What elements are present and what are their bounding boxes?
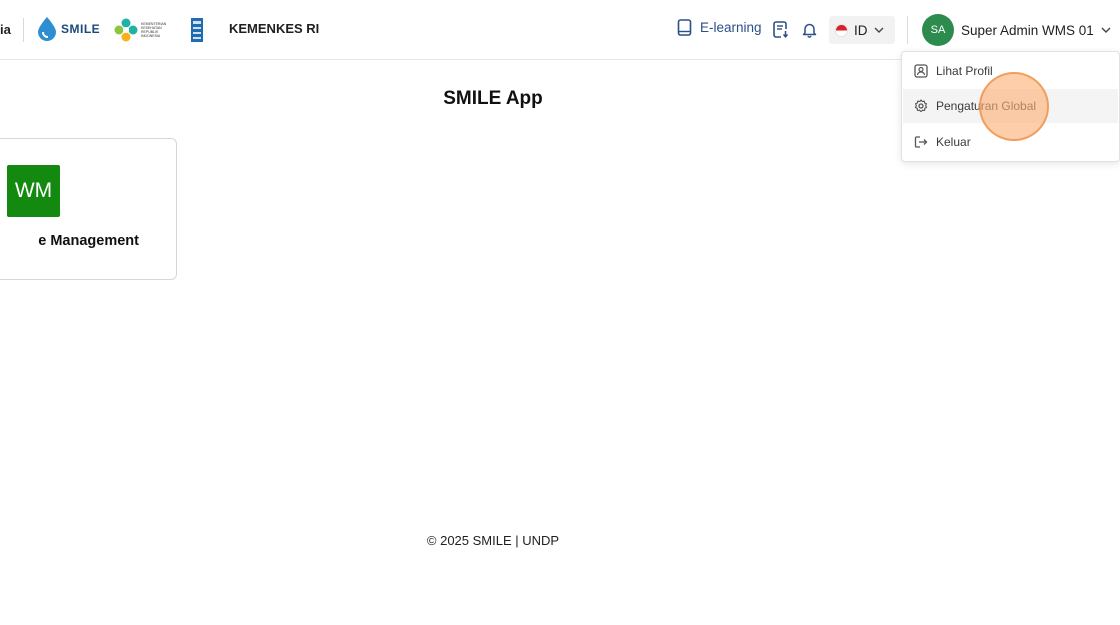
language-selector[interactable]: ID [829,16,895,44]
kemenkes-logo-text: KEMENTERIAN KESEHATAN REPUBLIK INDONESIA [141,22,167,38]
smile-logo[interactable]: SMILE [36,16,100,42]
avatar: SA [922,14,954,46]
language-code: ID [854,22,868,38]
user-name: Super Admin WMS 01 [961,22,1094,38]
smile-logo-text: SMILE [61,22,101,36]
partner-name-cut: ia [0,22,11,37]
gear-icon [914,99,928,113]
chevron-down-icon [1101,27,1111,33]
footer-copyright: © 2025 SMILE | UNDP [426,533,560,548]
kemenkes-logo[interactable]: KEMENTERIAN KESEHATAN REPUBLIK INDONESIA [114,18,169,42]
elearning-link[interactable]: E-learning [677,19,762,36]
app-badge: WM [7,165,60,217]
bell-icon [802,23,817,38]
app-card-warehouse-management[interactable]: WM e Management [0,138,177,280]
notifications-button[interactable] [802,22,817,38]
indonesia-flag-icon [835,23,848,37]
menu-item-pengaturan-global[interactable]: Pengaturan Global [903,89,1118,123]
undp-emblem-icon [191,18,203,42]
header-divider-right [907,16,908,44]
menu-item-label: Keluar [936,135,971,149]
logout-icon [914,136,928,148]
document-download-icon [773,21,789,38]
chevron-down-icon [874,27,883,33]
menu-item-keluar[interactable]: Keluar [903,125,1118,159]
download-report-button[interactable] [773,21,789,38]
book-icon [677,19,692,36]
brand-name: KEMENKES RI [229,21,320,36]
menu-item-label: Lihat Profil [936,64,993,78]
user-menu-toggle[interactable]: SA Super Admin WMS 01 [922,14,1111,46]
undp-logo[interactable] [191,18,203,42]
menu-item-lihat-profil[interactable]: Lihat Profil [903,54,1118,88]
user-dropdown-menu: Lihat Profil Pengaturan Global Keluar [901,51,1120,162]
elearning-label: E-learning [700,20,762,35]
header-divider [23,18,24,42]
water-drop-icon [38,17,56,41]
profile-icon [914,64,928,78]
app-name: e Management [38,233,139,249]
kemenkes-emblem-icon [114,18,138,42]
page-title: SMILE App [443,88,543,109]
menu-item-label: Pengaturan Global [936,99,1037,113]
